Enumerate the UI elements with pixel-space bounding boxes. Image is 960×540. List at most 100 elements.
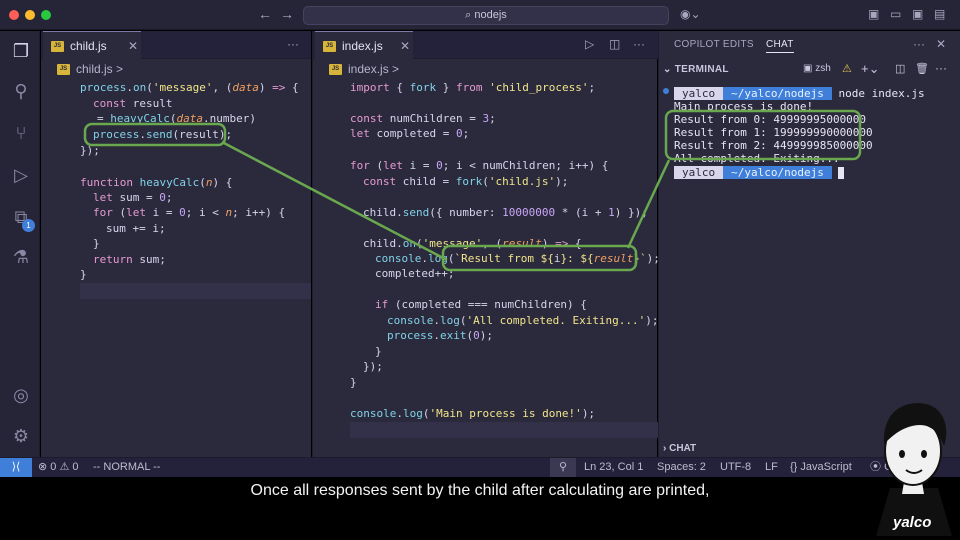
split-terminal-icon[interactable]: ◫	[895, 62, 905, 75]
new-terminal-plus-icon[interactable]: +⌄	[861, 61, 879, 77]
tab-index-js[interactable]: JS index.js ✕	[315, 31, 413, 59]
forward-arrow-icon[interactable]: →	[280, 6, 294, 22]
chevron-down-icon: ⌄	[663, 64, 675, 75]
tab-bar: JS child.js ✕ ···	[41, 31, 311, 59]
customize-layout-icon[interactable]: ▤	[934, 7, 945, 21]
toggle-secondary-sidebar-icon[interactable]: ▣	[912, 7, 923, 21]
status-bar: ⟩⟨ ⊗ 0 ⚠ 0 -- NORMAL -- ⚲ Ln 23, Col 1 S…	[0, 457, 960, 478]
encoding[interactable]: UTF-8	[720, 458, 751, 477]
breadcrumb[interactable]: JS child.js >	[41, 59, 123, 79]
warning-icon: ⚠	[59, 461, 73, 473]
toggle-panel-icon[interactable]: ▭	[890, 7, 901, 21]
terminal-output[interactable]: yalco ~/yalco/nodejs node index.js Main p…	[659, 83, 959, 443]
current-line-highlight	[80, 283, 311, 299]
vim-mode: -- NORMAL --	[93, 461, 161, 473]
terminal-output-line: Result from 0: 49999995000000	[674, 113, 867, 126]
title-bar: ← → ⌕ nodejs ◉⌄ ▣ ▭ ▣ ▤	[0, 0, 960, 30]
code-line: console.log('All completed. Exiting...')…	[387, 314, 659, 327]
code-line: }	[350, 376, 357, 389]
subtitle-text: Once all responses sent by the child aft…	[250, 482, 710, 499]
close-tab-icon[interactable]: ✕	[128, 39, 138, 53]
current-line-highlight	[350, 422, 658, 438]
code-line: }	[375, 345, 382, 358]
code-line: process.exit(0);	[387, 329, 493, 342]
source-control-icon[interactable]: ⑂	[10, 122, 32, 144]
problems-indicator[interactable]: ⊗ 0 ⚠ 0	[38, 458, 79, 477]
warning-icon[interactable]: ⚠	[842, 62, 852, 75]
back-arrow-icon[interactable]: ←	[258, 6, 272, 22]
code-line: child.send({ number: 10000000 * (i + 1) …	[363, 206, 648, 219]
tab-chat[interactable]: CHAT	[766, 39, 794, 53]
copilot-icon[interactable]: ◉⌄	[680, 7, 701, 21]
account-icon[interactable]: ◎	[10, 384, 32, 406]
code-line: }	[80, 268, 87, 281]
code-line: console.log('Main process is done!');	[350, 407, 596, 420]
code-editor-index[interactable]: import { fork } from 'child_process'; co…	[313, 80, 660, 450]
more-actions-icon[interactable]: ···	[287, 37, 299, 51]
toggle-primary-sidebar-icon[interactable]: ▣	[868, 7, 879, 21]
terminal-output-line: Main process is done!	[674, 100, 814, 113]
minimize-window-button[interactable]	[25, 10, 35, 20]
subtitle-area: Once all responses sent by the child aft…	[0, 477, 960, 540]
js-file-icon: JS	[57, 64, 70, 76]
zoom-icon[interactable]: ⚲	[550, 458, 576, 477]
editor-group-child: JS child.js ✕ ··· JS child.js > process.on…	[41, 31, 311, 457]
js-file-icon: JS	[329, 64, 342, 76]
more-actions-icon[interactable]: ···	[633, 37, 645, 51]
maximize-window-button[interactable]	[41, 10, 51, 20]
activity-bar: ❐ ⚲ ⑂ ▷ ⧉ 1 ⚗ ◎ ⚙	[0, 31, 40, 457]
terminal-prompt: yalco ~/yalco/nodejs	[674, 166, 845, 179]
more-actions-icon[interactable]: ···	[935, 61, 947, 75]
remote-indicator-icon[interactable]: ⟩⟨	[0, 458, 32, 478]
command-status-dot	[663, 88, 669, 94]
terminal-icon: ▣	[803, 63, 816, 74]
close-tab-icon[interactable]: ✕	[400, 39, 410, 53]
run-file-icon[interactable]: ▷	[585, 37, 594, 51]
terminal-output-line: Result from 1: 199999990000000	[674, 126, 873, 139]
code-line: for (let i = 0; i < n; i++) {	[93, 206, 286, 219]
tab-copilot-edits[interactable]: COPILOT EDITS	[674, 39, 754, 50]
code-line: });	[80, 144, 100, 157]
secondary-side-panel: COPILOT EDITS CHAT ··· ✕ ⌄ TERMINAL ▣ zs…	[658, 31, 960, 457]
code-line: function heavyCalc(n) {	[80, 176, 233, 189]
code-line: if (completed === numChildren) {	[375, 298, 587, 311]
settings-gear-icon[interactable]: ⚙	[10, 425, 32, 447]
code-line: return sum;	[93, 253, 166, 266]
code-editor-child[interactable]: process.on('message', (data) => { const …	[41, 80, 311, 450]
error-icon: ⊗	[38, 461, 51, 473]
language-mode[interactable]: {} JavaScript	[790, 458, 852, 477]
command-center-search[interactable]: ⌕ nodejs	[303, 6, 669, 25]
terminal-shell-selector[interactable]: ▣ zsh	[803, 63, 831, 74]
code-line: const result	[93, 97, 173, 110]
terminal-prompt: yalco ~/yalco/nodejs node index.js	[674, 87, 925, 100]
close-panel-icon[interactable]: ✕	[936, 37, 946, 51]
code-line: import { fork } from 'child_process';	[350, 81, 596, 94]
js-file-icon: JS	[51, 41, 64, 53]
code-line: console.log(`Result from ${i}: ${result}…	[375, 252, 660, 265]
tab-child-js[interactable]: JS child.js ✕	[43, 31, 141, 59]
terminal-output-line: All completed. Exiting...	[674, 152, 840, 165]
code-line: process.on('message', (data) => {	[80, 81, 299, 94]
more-actions-icon[interactable]: ···	[913, 37, 925, 51]
search-icon: ⌕	[465, 9, 475, 21]
split-editor-icon[interactable]: ◫	[609, 37, 620, 51]
run-debug-icon[interactable]: ▷	[10, 164, 32, 186]
terminal-cursor	[838, 167, 845, 179]
end-of-line[interactable]: LF	[765, 458, 778, 477]
braces-icon: {}	[790, 461, 801, 473]
code-line: completed++;	[375, 267, 455, 280]
extensions-badge: 1	[22, 219, 35, 232]
indentation[interactable]: Spaces: 2	[657, 458, 706, 477]
testing-flask-icon[interactable]: ⚗	[10, 246, 32, 268]
search-icon[interactable]: ⚲	[10, 80, 32, 102]
breadcrumb[interactable]: JS index.js >	[313, 59, 399, 79]
explorer-icon[interactable]: ❐	[10, 40, 32, 62]
terminal-section-header[interactable]: ⌄ TERMINAL	[663, 64, 729, 75]
code-line: let completed = 0;	[350, 127, 470, 140]
trash-icon[interactable]: 🗑	[915, 62, 929, 75]
js-file-icon: JS	[323, 41, 336, 53]
cursor-position[interactable]: Ln 23, Col 1	[584, 458, 643, 477]
chat-section-header[interactable]: › CHAT	[663, 443, 696, 454]
terminal-output-line: Result from 2: 449999985000000	[674, 139, 873, 152]
close-window-button[interactable]	[9, 10, 19, 20]
